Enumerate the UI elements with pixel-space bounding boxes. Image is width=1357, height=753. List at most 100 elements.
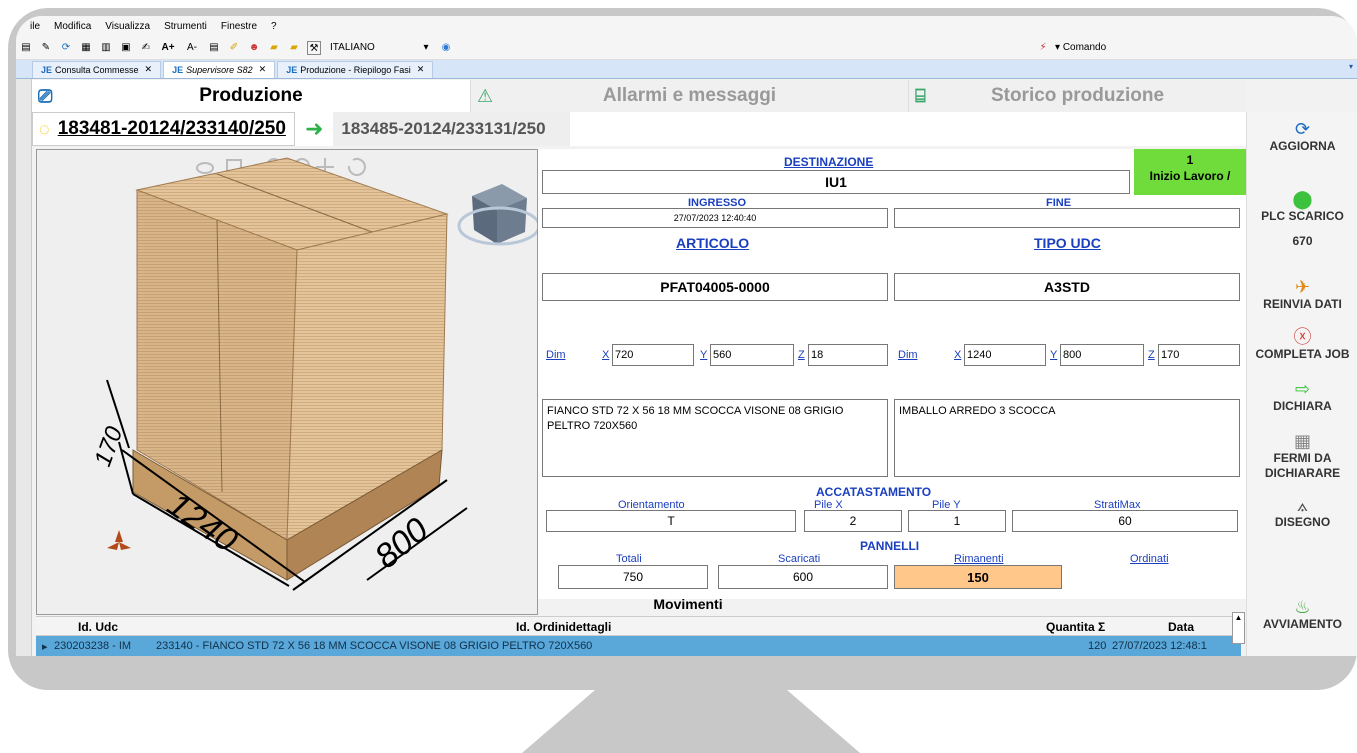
user-icon[interactable]: ☻ [247,41,261,55]
menu-visualizza[interactable]: Visualizza [105,21,150,32]
disegno-button[interactable]: ⟑ DISEGNO [1247,496,1357,530]
pallet-3d-view[interactable]: 1240 800 170 [36,149,538,615]
image-icon[interactable]: ▣ [119,41,133,55]
tipo-udc-field[interactable]: A3STD [894,273,1240,301]
column-data[interactable]: Data [1168,620,1194,634]
art-x-field[interactable]: 720 [612,344,694,366]
art-z-label[interactable]: Z [798,349,805,361]
aggiorna-button[interactable]: ⟳ AGGIORNA [1247,120,1357,154]
ordinati-label[interactable]: Ordinati [1130,553,1169,565]
articolo-description[interactable]: FIANCO STD 72 X 56 18 MM SCOCCA VISONE 0… [542,399,888,477]
column-id-udc[interactable]: Id. Udc [78,620,118,634]
pile-x-field[interactable]: 2 [804,510,902,532]
tool-icon[interactable]: ⚒ [307,40,321,55]
tab-consulta-commesse[interactable]: JE Consulta Commesse ✕ [32,60,162,78]
brush-icon[interactable]: ✐ [227,41,241,55]
globe-icon[interactable]: ◉ [439,41,453,55]
articolo-field[interactable]: PFAT04005-0000 [542,273,888,301]
next-order[interactable]: 183485-20124/233131/250 [333,112,570,146]
menu-file[interactable]: ile [30,21,40,32]
grid-scrollbar[interactable]: ▲ [1232,612,1245,644]
refresh-icon[interactable]: ⟳ [59,41,73,55]
status-text: Inizio Lavoro / [1149,169,1231,183]
close-icon[interactable]: ✕ [259,64,267,75]
folder-lock-icon[interactable]: ▰ [287,41,301,55]
active-order[interactable]: ◌ 183481-20124/233140/250 [32,112,295,146]
art-y-label[interactable]: Y [700,349,707,361]
tab-storico[interactable]: ⌸ Storico produzione [908,80,1246,112]
tab-produzione-riepilogo[interactable]: JE Produzione - Riepilogo Fasi ✕ [277,60,434,78]
art-y-field[interactable]: 560 [710,344,794,366]
pile-y-field[interactable]: 1 [908,510,1006,532]
dropdown-arrow-icon[interactable]: ▾ [419,41,433,55]
dichiara-button[interactable]: ⇨ DICHIARA [1247,380,1357,414]
udc-description[interactable]: IMBALLO ARREDO 3 SCOCCA [894,399,1240,477]
send-icon: ✈ [1294,277,1311,297]
close-icon[interactable]: ✕ [145,64,153,75]
destinazione-field[interactable]: IU1 [542,170,1130,194]
disegno-label: DISEGNO [1274,515,1331,529]
rimanenti-label[interactable]: Rimanenti [954,553,1004,565]
tab-overflow-icon[interactable]: ▾ [1349,62,1353,71]
art-dim-label[interactable]: Dim [546,349,566,361]
axis-gizmo-icon[interactable] [107,530,131,550]
view-cube-icon[interactable] [457,184,537,246]
scaricati-label: Scaricati [778,553,821,565]
udc-x-label[interactable]: X [954,349,961,361]
art-z-field[interactable]: 18 [808,344,888,366]
folder-icon[interactable]: ▰ [267,41,281,55]
status-count: 1 [1186,153,1194,167]
scaricati-field[interactable]: 600 [718,565,888,589]
ingresso-field[interactable]: 27/07/2023 12:40:40 [542,208,888,228]
tab-produzione[interactable]: ⎚ Produzione [32,80,470,112]
edit-icon[interactable]: ✎ [39,41,53,55]
reinvia-dati-button[interactable]: ✈ REINVIA DATI [1247,277,1357,312]
print-icon[interactable]: ▤ [19,41,33,55]
stratimax-field[interactable]: 60 [1012,510,1238,532]
layout-icon[interactable]: ▤ [207,41,221,55]
movimenti-title: Movimenti [653,596,723,612]
udc-x-field[interactable]: 1240 [964,344,1046,366]
fine-field[interactable] [894,208,1240,228]
articolo-label[interactable]: ARTICOLO [676,235,749,251]
destinazione-label: DESTINAZIONE [784,155,874,169]
menu-modifica[interactable]: Modifica [54,21,91,32]
orientamento-field[interactable]: T [546,510,796,532]
font-decrease-icon[interactable]: A- [183,41,201,55]
cell-udc: 230203238 - IM [54,640,132,652]
plc-scarico-button[interactable]: ⬤ PLC SCARICO 670 [1247,190,1357,249]
udc-z-field[interactable]: 170 [1158,344,1240,366]
tab-label: Produzione - Riepilogo Fasi [300,64,411,75]
udc-z-label[interactable]: Z [1148,349,1155,361]
udc-dim-label[interactable]: Dim [898,349,918,361]
menu-strumenti[interactable]: Strumenti [164,21,207,32]
column-id-ordinidettagli[interactable]: Id. Ordinidettagli [516,620,611,634]
table-icon[interactable]: ▦ [79,41,93,55]
font-increase-icon[interactable]: A+ [159,41,177,55]
chart-icon[interactable]: ▥ [99,41,113,55]
rimanenti-field[interactable]: 150 [894,565,1062,589]
udc-y-label[interactable]: Y [1050,349,1057,361]
signature-icon[interactable]: ✍ [139,41,153,55]
close-icon[interactable]: ✕ [417,64,425,75]
totali-field[interactable]: 750 [558,565,708,589]
side-dock-strip[interactable] [16,79,32,656]
avviamento-button[interactable]: ♨ AVVIAMENTO [1247,598,1357,632]
menu-help[interactable]: ? [271,21,277,32]
tab-supervisore[interactable]: JE Supervisore S82 ✕ [163,60,276,78]
tab-allarmi[interactable]: ⚠ Allarmi e messaggi [470,80,908,112]
tab-label: Produzione [199,85,303,106]
udc-y-field[interactable]: 800 [1060,344,1144,366]
fermi-button[interactable]: ▦ FERMI DA DICHIARARE [1247,432,1357,481]
comando-button[interactable]: ▾ Comando [1055,42,1106,53]
language-select[interactable]: ITALIANO [330,42,416,53]
completa-job-button[interactable]: ⓧ COMPLETA JOB [1247,328,1357,362]
tipo-udc-label[interactable]: TIPO UDC [1034,235,1101,251]
column-quantita[interactable]: Quantita Σ [1046,620,1105,634]
menu-finestre[interactable]: Finestre [221,21,257,32]
art-x-label[interactable]: X [602,349,609,361]
menu-bar: ile Modifica Visualizza Strumenti Finest… [16,16,1357,36]
fermi-label: FERMI DA DICHIARARE [1264,451,1341,480]
table-row[interactable]: ▸ 230203238 - IM 233140 - FIANCO STD 72 … [36,636,1241,656]
command-icon[interactable]: ⚡ [1036,41,1050,55]
